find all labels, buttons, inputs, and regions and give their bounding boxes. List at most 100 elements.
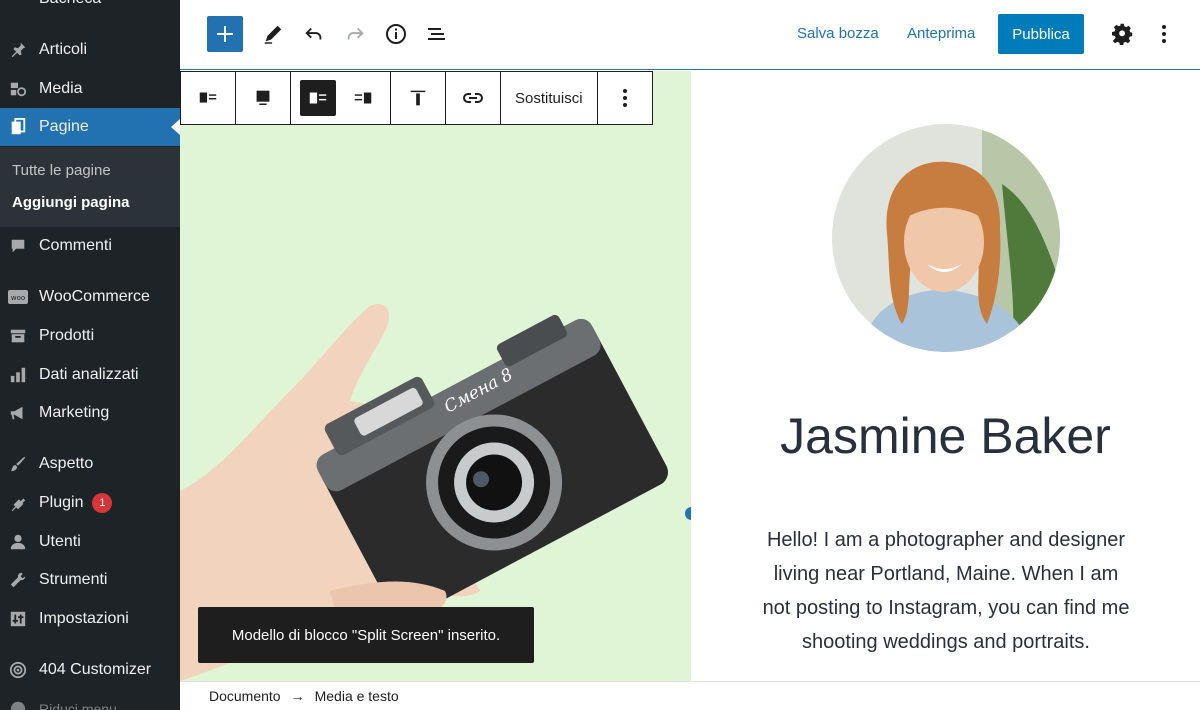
save-draft-button[interactable]: Salva bozza [797,25,879,42]
sidebar-item-label: Commenti [39,237,112,254]
woo-icon: woo [8,287,28,307]
svg-text:woo: woo [11,294,25,302]
sidebar-item-label: Aspetto [39,455,94,472]
sidebar-item-marketing[interactable]: Marketing [0,394,180,432]
media-column[interactable]: Смена 8 Sostituisci Modello di blocco "S… [180,71,691,681]
sidebar-item-label: Impostazioni [39,610,129,627]
arrow-right-icon: → [290,688,305,704]
replace-media-button[interactable]: Sostituisci [501,72,597,124]
collapse-menu-button[interactable]: Riduci menu [0,690,180,710]
sidebar-item-label: Strumenti [39,571,108,588]
gear-icon [1112,23,1133,45]
camera-photo-image: Смена 8 [180,71,691,681]
editor-canvas: Смена 8 Sostituisci Modello di blocco "S… [180,71,1200,681]
vertical-ellipsis-icon [1162,25,1166,43]
sidebar-item-404-customizer[interactable]: 404 Customizer [0,651,180,689]
details-button[interactable] [382,20,410,48]
align-top-icon [410,90,426,106]
pages-icon [8,117,28,137]
media-right-button[interactable] [345,72,381,124]
list-view-button[interactable] [423,20,451,48]
comment-icon [8,236,28,256]
pin-icon [8,40,28,60]
media-icon [8,79,28,99]
more-options-button[interactable] [1150,20,1178,48]
wrench-icon [8,570,28,590]
sidebar-item-label: Dati analizzati [39,366,139,383]
sidebar-item-label: Articoli [39,41,88,58]
link-icon [463,93,483,103]
list-view-icon [428,28,445,40]
sidebar-item-label: Utenti [39,533,81,550]
sidebar-item-prodotti[interactable]: Prodotti [0,317,180,355]
sliders-icon [8,609,28,629]
media-left-button[interactable] [300,80,336,116]
undo-button[interactable] [300,20,328,48]
block-toolbar: Sostituisci [180,71,653,125]
sidebar-item-plugin[interactable]: Plugin 1 [0,484,180,522]
pull-right-icon [354,92,372,104]
sidebar-item-label: Pagine [39,118,89,135]
sidebar-item-articoli[interactable]: Articoli [0,31,180,69]
settings-button[interactable] [1109,20,1137,48]
brush-icon [8,454,28,474]
tools-button[interactable] [259,20,287,48]
sidebar-item-strumenti[interactable]: Strumenti [0,561,180,599]
bio-paragraph[interactable]: Hello! I am a photographer and designer … [761,523,1131,659]
avatar [832,124,1060,352]
sidebar-item-commenti[interactable]: Commenti [0,227,180,265]
align-none-icon [256,90,270,105]
sidebar-item-pagine[interactable]: Pagine [0,108,180,146]
sidebar-item-impostazioni[interactable]: Impostazioni [0,600,180,638]
preview-button[interactable]: Anteprima [907,25,975,42]
vertical-ellipsis-icon [622,89,627,107]
sidebar-item-label: 404 Customizer [39,661,152,678]
editor-header: Salva bozza Anteprima Pubblica [180,0,1200,70]
undo-icon [305,27,322,40]
sidebar-item-label: Prodotti [39,327,95,344]
breadcrumb-document[interactable]: Documento [209,688,281,704]
block-type-button[interactable] [181,72,235,124]
sidebar-item-media[interactable]: Media [0,70,180,108]
sidebar-item-bacheca[interactable]: Bacheca [0,0,180,18]
media-text-icon [199,92,217,103]
dashboard-icon [8,0,28,9]
redo-icon [347,27,364,40]
vertical-align-button[interactable] [391,72,445,124]
megaphone-icon [8,403,28,423]
collapse-icon [8,699,28,710]
sidebar-item-label: Plugin [39,494,84,511]
sidebar-item-utenti[interactable]: Utenti [0,523,180,561]
submenu-add-page[interactable]: Aggiungi pagina [12,194,130,211]
text-column[interactable]: Jasmine Baker Hello! I am a photographer… [691,71,1200,681]
info-icon [386,24,406,44]
insert-link-button[interactable] [446,72,500,124]
archive-icon [8,326,28,346]
sidebar-item-woocommerce[interactable]: woo WooCommerce [0,278,180,316]
publish-button[interactable]: Pubblica [998,14,1084,54]
sidebar-item-label: Bacheca [39,0,101,8]
block-options-button[interactable] [598,72,652,124]
submenu-all-pages[interactable]: Tutte le pagine [12,162,111,179]
sidebar-item-dati-analizzati[interactable]: Dati analizzati [0,356,180,394]
add-block-button[interactable] [207,16,243,52]
pages-submenu: Tutte le pagine Aggiungi pagina [0,147,180,227]
align-button[interactable] [236,72,290,124]
bar-chart-icon [8,365,28,385]
plus-icon [217,26,233,42]
admin-sidebar: Bacheca Articoli Media Pagine Tutte le p… [0,0,180,710]
breadcrumb-current-block[interactable]: Media e testo [315,688,399,704]
pull-left-icon [309,92,327,104]
redo-button[interactable] [341,20,369,48]
user-icon [8,532,28,552]
block-inserted-notice[interactable]: Modello di blocco "Split Screen" inserit… [198,607,534,663]
collapse-menu-label: Riduci menu [39,701,117,710]
pencil-icon [264,25,282,44]
sidebar-item-label: Media [39,80,83,97]
wifi-icon [8,660,28,680]
sidebar-item-aspetto[interactable]: Aspetto [0,445,180,483]
name-heading[interactable]: Jasmine Baker [691,407,1200,465]
sidebar-item-label: WooCommerce [39,288,150,305]
update-count-badge: 1 [92,493,113,513]
plug-icon [8,493,28,513]
